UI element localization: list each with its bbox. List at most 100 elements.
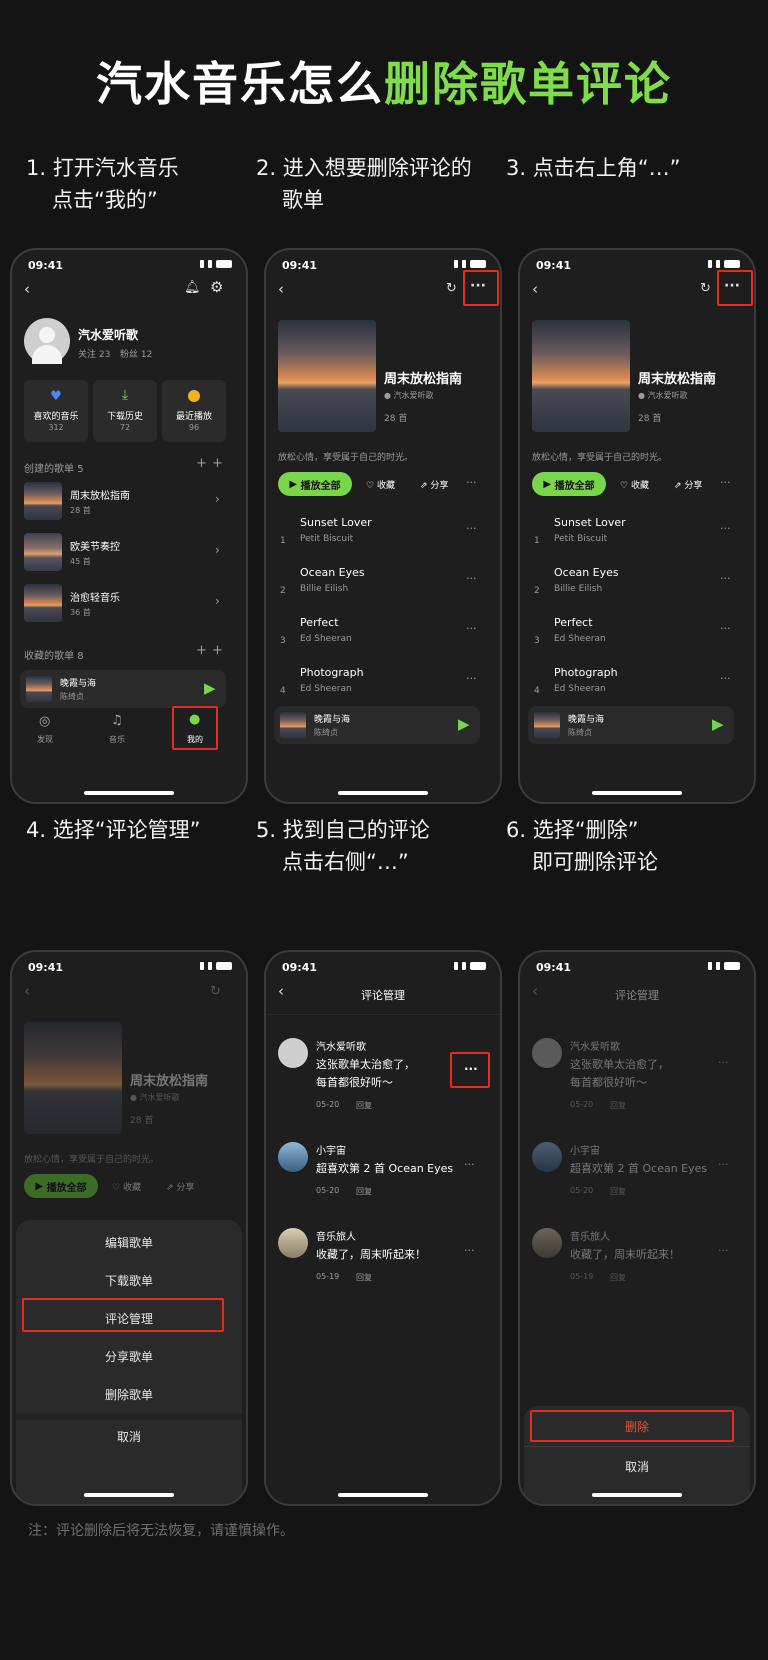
song-title[interactable]: Sunset Lover bbox=[554, 516, 626, 529]
step-5-caption: 5. 找到自己的评论 点击右侧“…” bbox=[256, 814, 430, 878]
highlight-box bbox=[172, 706, 218, 750]
mini-player[interactable]: 晚霞与海 陈绮贞 ▶ bbox=[20, 670, 226, 708]
mini-player[interactable]: 晚霞与海 陈绮贞 ▶ bbox=[528, 706, 734, 744]
song-title[interactable]: Ocean Eyes bbox=[300, 566, 365, 579]
playlist-cover[interactable] bbox=[24, 482, 62, 520]
discover-icon[interactable]: ◎ bbox=[39, 714, 50, 729]
song-no: 2 bbox=[534, 586, 540, 596]
gear-icon[interactable]: ⚙ bbox=[210, 280, 223, 295]
tab-discover[interactable]: 发现 bbox=[37, 734, 53, 745]
back-icon[interactable]: ‹ bbox=[24, 984, 30, 999]
comment-date: 05-20 bbox=[570, 1186, 594, 1195]
back-icon[interactable]: ‹ bbox=[24, 282, 30, 297]
song-more-icon[interactable]: ··· bbox=[720, 672, 731, 685]
back-icon[interactable]: ‹ bbox=[532, 282, 538, 297]
card-downloads[interactable]: ⤓ 下载历史 72 bbox=[93, 380, 157, 442]
step-1-caption: 1. 打开汽水音乐 点击“我的” bbox=[26, 152, 179, 216]
reply-button[interactable]: 回复 bbox=[356, 1186, 372, 1197]
refresh-icon[interactable]: ↻ bbox=[700, 281, 711, 296]
play-icon[interactable]: ▶ bbox=[204, 679, 216, 697]
back-icon[interactable]: ‹ bbox=[278, 282, 284, 297]
chevron-right-icon[interactable]: › bbox=[215, 492, 220, 506]
playlist-cover[interactable] bbox=[24, 533, 62, 571]
add-icon[interactable]: + bbox=[196, 643, 207, 658]
comment-user[interactable]: 小宇宙 bbox=[316, 1142, 346, 1157]
comment-more-icon[interactable]: ··· bbox=[464, 1244, 475, 1257]
reply-button[interactable]: 回复 bbox=[356, 1100, 372, 1111]
title-highlight: 删除歌单评论 bbox=[384, 57, 672, 111]
profile-name: 汽水爱听歌 bbox=[78, 328, 139, 342]
bell-icon[interactable]: 🔔︎ bbox=[184, 280, 201, 295]
reply-button[interactable]: 回复 bbox=[356, 1272, 372, 1283]
playlist-name[interactable]: 治愈轻音乐 bbox=[70, 589, 120, 604]
play-all-button[interactable]: ▶ 播放全部 bbox=[532, 472, 606, 496]
menu-share-playlist[interactable]: 分享歌单 bbox=[16, 1348, 242, 1365]
playlist-owner[interactable]: ● 汽水爱听歌 bbox=[384, 390, 434, 401]
song-title[interactable]: Perfect bbox=[554, 616, 593, 629]
comment-more-icon[interactable]: ··· bbox=[464, 1158, 475, 1171]
status-time: 09:41 bbox=[536, 961, 572, 974]
step-2-caption: 2. 进入想要删除评论的 歌单 bbox=[256, 152, 472, 216]
comment-user[interactable]: 汽水爱听歌 bbox=[316, 1038, 366, 1053]
song-title[interactable]: Sunset Lover bbox=[300, 516, 372, 529]
tab-music[interactable]: 音乐 bbox=[109, 734, 125, 745]
comment-more-icon: ··· bbox=[718, 1056, 729, 1069]
song-artist: Petit Biscuit bbox=[300, 534, 354, 544]
menu-edit-playlist[interactable]: 编辑歌单 bbox=[16, 1234, 242, 1251]
collect-button[interactable]: ♡ 收藏 bbox=[366, 478, 395, 491]
add-icon[interactable]: + bbox=[196, 456, 207, 471]
follow-count[interactable]: 关注 23 bbox=[78, 347, 110, 360]
home-indicator bbox=[84, 791, 174, 795]
play-icon[interactable]: ▶ bbox=[712, 715, 724, 733]
playlist-cover bbox=[24, 1022, 122, 1134]
song-more-icon[interactable]: ··· bbox=[720, 522, 731, 535]
mini-player[interactable]: 晚霞与海 陈绮贞 ▶ bbox=[274, 706, 480, 744]
avatar[interactable] bbox=[278, 1142, 308, 1172]
comment-user[interactable]: 音乐旅人 bbox=[316, 1228, 356, 1243]
menu-cancel-button[interactable]: 取消 bbox=[16, 1428, 242, 1445]
share-button[interactable]: ⇗ 分享 bbox=[420, 478, 448, 491]
home-indicator bbox=[592, 791, 682, 795]
card-liked[interactable]: ♥ 喜欢的音乐 312 bbox=[24, 380, 88, 442]
more-icon[interactable]: ··· bbox=[720, 476, 731, 489]
fans-count[interactable]: 粉丝 12 bbox=[120, 347, 152, 360]
playlist-name[interactable]: 周末放松指南 bbox=[70, 487, 130, 502]
card-count: 312 bbox=[48, 423, 64, 432]
avatar[interactable] bbox=[278, 1038, 308, 1068]
share-button[interactable]: ⇗ 分享 bbox=[674, 478, 702, 491]
song-more-icon[interactable]: ··· bbox=[466, 572, 477, 585]
song-more-icon[interactable]: ··· bbox=[466, 622, 477, 635]
collect-button[interactable]: ♡ 收藏 bbox=[620, 478, 649, 491]
avatar[interactable] bbox=[278, 1228, 308, 1258]
song-title[interactable]: Ocean Eyes bbox=[554, 566, 619, 579]
playlist-name[interactable]: 欧美节奏控 bbox=[70, 538, 120, 553]
song-more-icon[interactable]: ··· bbox=[466, 672, 477, 685]
song-title[interactable]: Photograph bbox=[554, 666, 618, 679]
menu-delete-playlist[interactable]: 删除歌单 bbox=[16, 1386, 242, 1403]
song-title[interactable]: Photograph bbox=[300, 666, 364, 679]
song-title[interactable]: Perfect bbox=[300, 616, 339, 629]
avatar[interactable] bbox=[24, 318, 70, 364]
refresh-icon[interactable]: ↻ bbox=[446, 281, 457, 296]
music-note-icon[interactable]: ♫ bbox=[111, 713, 123, 728]
playlist-cover[interactable] bbox=[24, 584, 62, 622]
more-icon[interactable]: ··· bbox=[466, 476, 477, 489]
refresh-icon[interactable]: ↻ bbox=[210, 984, 221, 999]
card-recent[interactable]: 最近播放 96 bbox=[162, 380, 226, 442]
song-more-icon[interactable]: ··· bbox=[720, 572, 731, 585]
playlist-title: 周末放松指南 bbox=[638, 372, 717, 387]
song-more-icon[interactable]: ··· bbox=[466, 522, 477, 535]
play-all-button[interactable]: ▶ 播放全部 bbox=[278, 472, 352, 496]
song-more-icon[interactable]: ··· bbox=[720, 622, 731, 635]
cancel-button[interactable]: 取消 bbox=[524, 1458, 750, 1475]
chevron-right-icon[interactable]: › bbox=[215, 594, 220, 608]
playlist-owner[interactable]: ● 汽水爱听歌 bbox=[638, 390, 688, 401]
playlist-desc: 放松心情，享受属于自己的时光。 bbox=[24, 1155, 160, 1165]
add-icon[interactable]: + bbox=[212, 643, 223, 658]
chevron-right-icon[interactable]: › bbox=[215, 543, 220, 557]
comment-date: 05-20 bbox=[316, 1100, 340, 1109]
add-playlist-icon[interactable]: + bbox=[212, 456, 223, 471]
menu-download-playlist[interactable]: 下载歌单 bbox=[16, 1272, 242, 1289]
mini-cover bbox=[280, 712, 306, 738]
play-icon[interactable]: ▶ bbox=[458, 715, 470, 733]
